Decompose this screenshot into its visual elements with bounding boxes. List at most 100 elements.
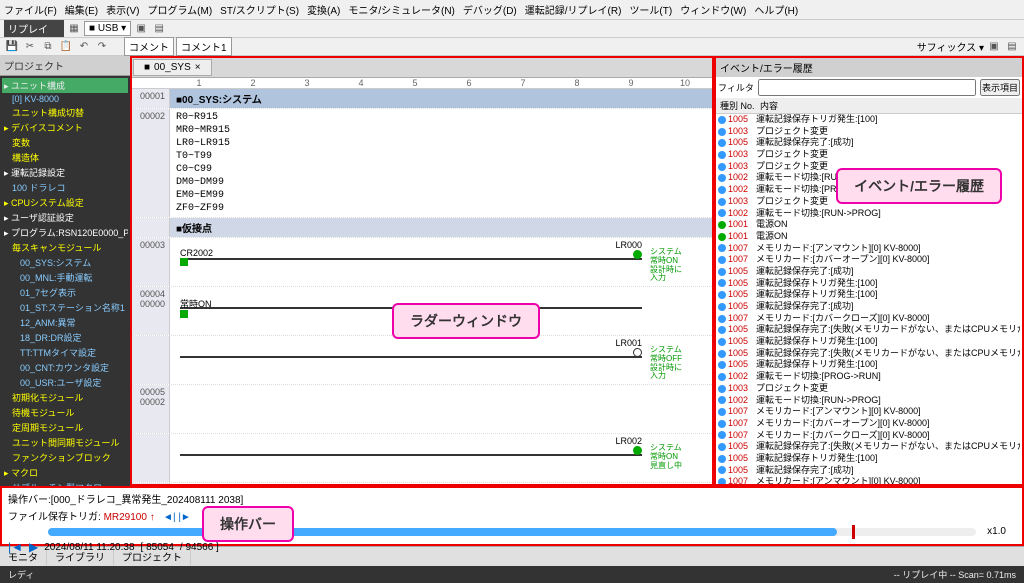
ladder-rung[interactable] bbox=[170, 483, 712, 484]
event-row[interactable]: 1007メモリカード:[カバーオープン][0] KV-8000] bbox=[716, 254, 1022, 266]
slider-thumb[interactable] bbox=[852, 525, 855, 539]
event-row[interactable]: 1005運転記録保存完了:[成功] bbox=[716, 266, 1022, 278]
event-row[interactable]: 1002運転モード切換:[RUN->PROG] bbox=[716, 208, 1022, 220]
filter-input[interactable] bbox=[758, 79, 976, 96]
comment1-combo[interactable]: コメント1 bbox=[176, 37, 232, 56]
tree-item[interactable]: ▸ 運転記録設定 bbox=[2, 165, 128, 180]
copy-icon[interactable]: ⧉ bbox=[40, 39, 56, 55]
step-fwd-icon[interactable]: |► bbox=[178, 512, 191, 523]
tree-item[interactable]: TT:TTMタイマ設定 bbox=[2, 345, 128, 360]
tree-item[interactable]: ▸ ユーザ認証設定 bbox=[2, 210, 128, 225]
tree-item[interactable]: 00_CNT:カウンタ設定 bbox=[2, 360, 128, 375]
tree-item[interactable]: 01_ST:ステーション名称1 bbox=[2, 300, 128, 315]
undo-icon[interactable]: ↶ bbox=[76, 39, 92, 55]
step-back-icon[interactable]: ◄| bbox=[163, 512, 176, 523]
event-row[interactable]: 1003プロジェクト変更 bbox=[716, 126, 1022, 138]
event-row[interactable]: 1005運転記録保存完了:[失敗(メモリカードがない、またはCPUメモリがアンマ… bbox=[716, 324, 1022, 336]
tree-item[interactable]: 構造体 bbox=[2, 150, 128, 165]
event-row[interactable]: 1005運転記録保存完了:[成功] bbox=[716, 301, 1022, 313]
ladder-rung[interactable]: LR002システム常時ON見直し中 bbox=[170, 434, 712, 482]
event-row[interactable]: 1007メモリカード:[アンマウント][0] KV-8000] bbox=[716, 243, 1022, 255]
toolbar-icon[interactable]: ▣ bbox=[133, 21, 149, 37]
event-row[interactable]: 1001電源ON bbox=[716, 219, 1022, 231]
event-row[interactable]: 1005運転記録保存トリガ発生:[100] bbox=[716, 336, 1022, 348]
menu-item[interactable]: ヘルプ(H) bbox=[754, 2, 798, 17]
play-icon[interactable]: ▶ bbox=[29, 540, 38, 554]
event-row[interactable]: 1005運転記録保存完了:[成功] bbox=[716, 137, 1022, 149]
tree-item[interactable]: [0] KV-8000 bbox=[2, 93, 128, 105]
tree-item[interactable]: 100 ドラレコ bbox=[2, 180, 128, 195]
event-row[interactable]: 1001電源ON bbox=[716, 231, 1022, 243]
event-row[interactable]: 1003プロジェクト変更 bbox=[716, 383, 1022, 395]
device-range-block: R0~R915MR0~MR915LR0~LR915T0~T99C0~C99DM0… bbox=[170, 109, 712, 217]
menu-item[interactable]: モニタ/シミュレータ(N) bbox=[348, 2, 454, 17]
tree-item[interactable]: 毎スキャンモジュール bbox=[2, 240, 128, 255]
menu-item[interactable]: プログラム(M) bbox=[147, 2, 212, 17]
event-row[interactable]: 1007メモリカード:[アンマウント][0] KV-8000] bbox=[716, 476, 1022, 484]
close-icon[interactable]: × bbox=[195, 62, 201, 73]
tree-item[interactable]: ▸ プログラム:RSN120E0000_PLC bbox=[2, 225, 128, 240]
event-row[interactable]: 1005運転記録保存トリガ発生:[100] bbox=[716, 289, 1022, 301]
tree-item[interactable]: 01_7セグ表示 bbox=[2, 285, 128, 300]
menu-item[interactable]: 変換(A) bbox=[307, 2, 340, 17]
tree-item[interactable]: ▸ デバイスコメント bbox=[2, 120, 128, 135]
tree-item[interactable]: 00_SYS:システム bbox=[2, 255, 128, 270]
menu-item[interactable]: ST/スクリプト(S) bbox=[220, 2, 299, 17]
tree-item[interactable]: ▸ マクロ bbox=[2, 465, 128, 480]
event-row[interactable]: 1002運転モード切換:[RUN->PROG] bbox=[716, 395, 1022, 407]
event-row[interactable]: 1003プロジェクト変更 bbox=[716, 149, 1022, 161]
tree-item[interactable]: 変数 bbox=[2, 135, 128, 150]
event-row[interactable]: 1005運転記録保存完了:[成功] bbox=[716, 465, 1022, 477]
usb-combo[interactable]: ■ USB ▾ bbox=[84, 21, 131, 36]
ladder-rung[interactable]: LR001システム常時OFF設計時に入力 bbox=[170, 336, 712, 384]
event-row[interactable]: 1005運転記録保存トリガ発生:[100] bbox=[716, 359, 1022, 371]
menu-item[interactable]: デバッグ(D) bbox=[463, 2, 517, 17]
event-row[interactable]: 1005運転記録保存完了:[失敗(メモリカードがない、またはCPUメモリがアンマ… bbox=[716, 441, 1022, 453]
tree-item[interactable]: 00_USR:ユーザ設定 bbox=[2, 375, 128, 390]
ladder-rung[interactable]: CR2002LR000システム常時ON設計時に入力 bbox=[170, 238, 712, 286]
event-row[interactable]: 1005運転記録保存トリガ発生:[100] bbox=[716, 114, 1022, 126]
tree-item[interactable]: 定周期モジュール bbox=[2, 420, 128, 435]
tree-item[interactable]: 待機モジュール bbox=[2, 405, 128, 420]
paste-icon[interactable]: 📋 bbox=[58, 39, 74, 55]
toolbar-icon[interactable]: ▣ bbox=[986, 39, 1002, 55]
ladder-rung[interactable] bbox=[170, 385, 712, 433]
menu-item[interactable]: ファイル(F) bbox=[4, 2, 57, 17]
menu-item[interactable]: 表示(V) bbox=[106, 2, 139, 17]
rewind-icon[interactable]: |◄ bbox=[8, 540, 23, 554]
tree-item[interactable]: 12_ANM:異常 bbox=[2, 315, 128, 330]
menu-item[interactable]: 運転記録/リプレイ(R) bbox=[525, 2, 622, 17]
tree-item[interactable]: 00_MNL:手動運転 bbox=[2, 270, 128, 285]
save-icon[interactable]: 💾 bbox=[4, 39, 20, 55]
tree-item[interactable]: 初期化モジュール bbox=[2, 390, 128, 405]
toolbar-icon[interactable]: ▤ bbox=[1004, 39, 1020, 55]
event-row[interactable]: 1002運転モード切換:[PROG->RUN] bbox=[716, 371, 1022, 383]
tree-item[interactable]: ▸ CPUシステム設定 bbox=[2, 195, 128, 210]
replay-slider[interactable]: x1.0 bbox=[48, 528, 976, 536]
toolbar-icon[interactable]: ▤ bbox=[151, 21, 167, 37]
menu-item[interactable]: ツール(T) bbox=[629, 2, 672, 17]
tree-item[interactable]: ユニット間同期モジュール bbox=[2, 435, 128, 450]
toolbar-icon[interactable]: ▦ bbox=[66, 21, 82, 37]
event-row[interactable]: 1007メモリカード:[アンマウント][0] KV-8000] bbox=[716, 406, 1022, 418]
event-row[interactable]: 1005運転記録保存トリガ発生:[100] bbox=[716, 453, 1022, 465]
project-tree[interactable]: ▸ ユニット構成[0] KV-8000ユニット構成切替▸ デバイスコメント変数構… bbox=[0, 76, 130, 486]
cut-icon[interactable]: ✂ bbox=[22, 39, 38, 55]
menu-item[interactable]: 編集(E) bbox=[65, 2, 98, 17]
display-items-button[interactable]: 表示項目 bbox=[980, 79, 1020, 96]
tree-item[interactable]: ファンクションブロック bbox=[2, 450, 128, 465]
event-row[interactable]: 1007メモリカード:[カバークローズ][0] KV-8000] bbox=[716, 313, 1022, 325]
event-row[interactable]: 1007メモリカード:[カバークローズ][0] KV-8000] bbox=[716, 430, 1022, 442]
ladder-area[interactable]: 00001 ■00_SYS:システム 00002 R0~R915MR0~MR91… bbox=[132, 89, 712, 484]
redo-icon[interactable]: ↷ bbox=[94, 39, 110, 55]
tree-item[interactable]: 18_DR:DR設定 bbox=[2, 330, 128, 345]
comment-combo[interactable]: コメント bbox=[124, 37, 174, 56]
menu-item[interactable]: ウィンドウ(W) bbox=[680, 2, 746, 17]
ladder-tab[interactable]: ■ 00_SYS × bbox=[133, 59, 212, 76]
tree-item[interactable]: ユニット構成切替 bbox=[2, 105, 128, 120]
event-row[interactable]: 1007メモリカード:[カバーオープン][0] KV-8000] bbox=[716, 418, 1022, 430]
event-row[interactable]: 1005運転記録保存トリガ発生:[100] bbox=[716, 278, 1022, 290]
replay-mode-combo[interactable]: リプレイ bbox=[4, 20, 64, 37]
event-row[interactable]: 1005運転記録保存完了:[失敗(メモリカードがない、またはCPUメモリがアンマ… bbox=[716, 348, 1022, 360]
tree-item[interactable]: ▸ ユニット構成 bbox=[2, 78, 128, 93]
